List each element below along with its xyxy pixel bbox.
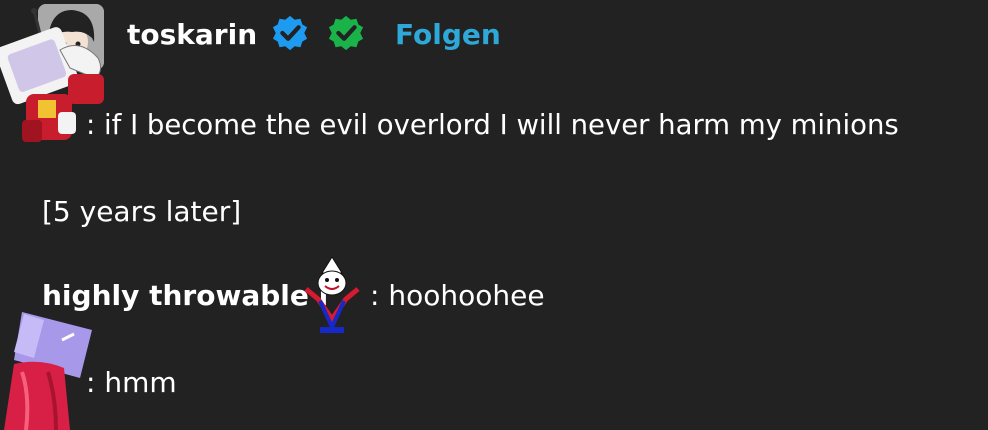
post: toskarin Folgen : if I become the evil o… (0, 0, 988, 430)
dialogue-text: [5 years later] (42, 195, 242, 228)
post-header: toskarin Folgen (0, 0, 988, 72)
clown-emoji (304, 256, 360, 333)
dialogue-text: : if I become the evil overlord I will n… (86, 109, 899, 141)
red-robot-emoji (4, 312, 92, 430)
dialogue-text: : hoohoohee (370, 279, 545, 312)
verified-blue-icon (272, 15, 308, 51)
dialogue-line-1: : if I become the evil overlord I will n… (86, 106, 899, 144)
verified-green-icon (328, 15, 364, 51)
follow-button[interactable]: Folgen (395, 16, 501, 54)
saluting-man-emoji (0, 8, 104, 142)
dialogue-line-2: [5 years later] (42, 193, 241, 231)
username[interactable]: toskarin (127, 16, 257, 54)
